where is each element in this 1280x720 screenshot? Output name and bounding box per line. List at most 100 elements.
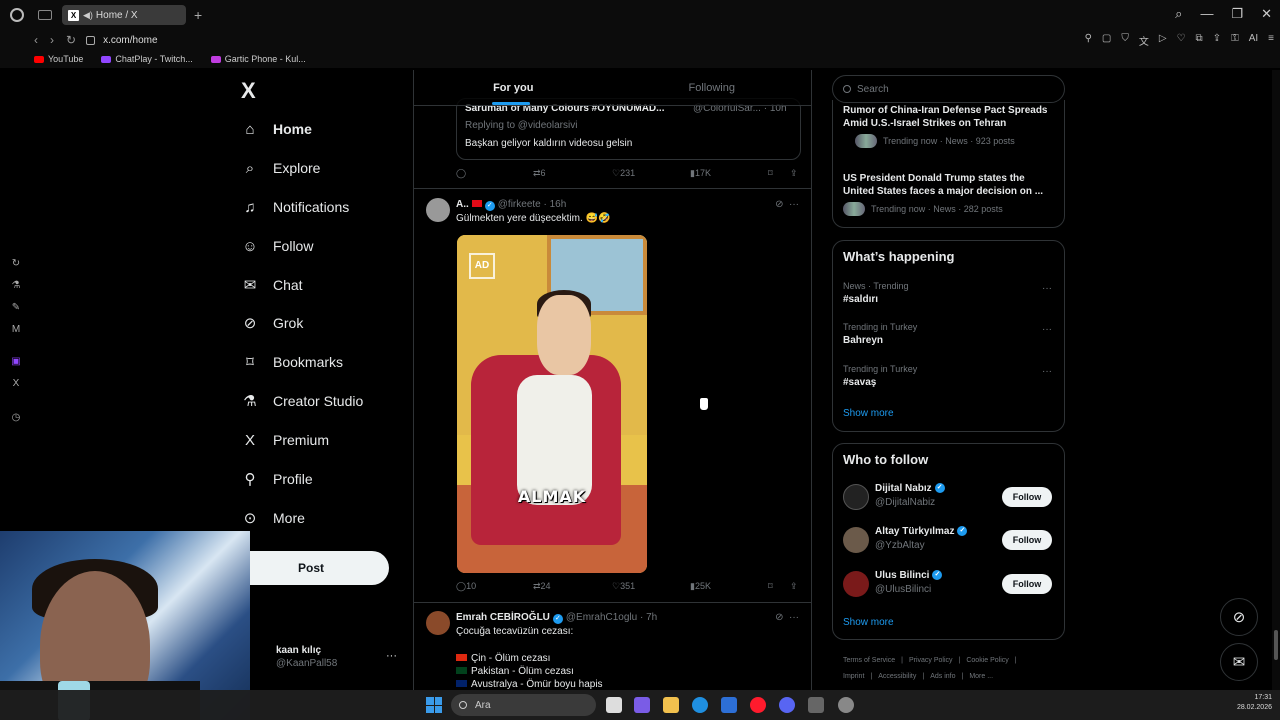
follow-button[interactable]: Follow [1002, 487, 1052, 507]
opera-logo-icon[interactable] [10, 8, 24, 22]
bookmark-icon[interactable]: ⌑ [768, 168, 773, 179]
x-logo-icon[interactable]: X [241, 78, 256, 104]
avatar[interactable] [426, 611, 450, 635]
tab-for-you[interactable]: For you [414, 70, 613, 105]
nav-grok[interactable]: ⊘ Grok [241, 314, 304, 332]
nav-notifications[interactable]: ♫ Notifications [241, 198, 349, 216]
clock-icon[interactable]: ◷ [10, 412, 22, 424]
like-button[interactable]: ♡ 351 [612, 581, 635, 592]
flask-icon[interactable]: ⚗ [10, 280, 22, 292]
tweet-author[interactable]: Emrah CEBİROĞLU [456, 612, 550, 623]
avatar[interactable] [843, 527, 869, 553]
retweet-button[interactable]: ⇄ 6 [533, 168, 546, 179]
nav-more[interactable]: ⊙ More [241, 509, 305, 527]
nav-creator-studio[interactable]: ⚗ Creator Studio [241, 392, 363, 410]
grok-tweet-icon[interactable]: ⊘ ··· [775, 199, 799, 210]
lock-icon[interactable] [86, 35, 96, 45]
history-icon[interactable]: ↻ [10, 258, 22, 270]
task-view-icon[interactable] [606, 697, 622, 713]
nav-explore[interactable]: ⌕ Explore [241, 159, 321, 177]
nav-profile[interactable]: ⚲ Profile [241, 470, 313, 488]
tweet-handle[interactable]: @EmrahC1oglu [566, 612, 637, 623]
reply-icon[interactable]: ◯ [456, 168, 466, 179]
tweet-handle[interactable]: @firkeete [498, 199, 541, 210]
menu-icon[interactable]: ≡ [1268, 33, 1274, 48]
trend-item[interactable]: Trending in Turkey Bahreyn [843, 322, 917, 346]
speaker-icon[interactable]: ◀) [83, 10, 93, 21]
trend-item[interactable]: Trending in Turkey #savaş [843, 364, 917, 388]
m-icon[interactable]: M [10, 324, 22, 336]
ai-icon[interactable]: AI [1249, 33, 1258, 48]
messages-fab-button[interactable]: ✉ [1220, 643, 1258, 681]
url-field[interactable]: x.com/home [103, 35, 157, 46]
footer-link[interactable]: Accessibility [878, 673, 916, 680]
news-item[interactable]: Rumor of China-Iran Defense Pact Spreads… [843, 104, 1058, 148]
tweet-time[interactable]: · 7h [640, 612, 657, 623]
nav-chat[interactable]: ✉ Chat [241, 276, 303, 294]
search-input[interactable]: Search [832, 75, 1065, 103]
browser-tab[interactable]: X ◀) Home / X [62, 5, 186, 25]
follow-button[interactable]: Follow [1002, 530, 1052, 550]
bookmark-youtube[interactable]: YouTube [34, 54, 83, 64]
twitch-icon[interactable]: ▣ [10, 356, 22, 368]
forward-icon[interactable]: › [50, 33, 54, 47]
more-dots-icon[interactable]: ··· [386, 650, 397, 662]
footer-link[interactable]: Cookie Policy [966, 657, 1008, 664]
play-icon[interactable]: ▷ [1159, 33, 1167, 48]
more-dots-icon[interactable]: ··· [1042, 283, 1052, 294]
back-icon[interactable]: ‹ [34, 33, 38, 47]
heart-icon[interactable]: ♡ [1177, 33, 1186, 48]
grok-tweet-icon[interactable]: ⊘ ··· [775, 612, 799, 623]
news-item[interactable]: US President Donald Trump states the Uni… [843, 172, 1058, 216]
avatar[interactable] [843, 571, 869, 597]
share-icon[interactable]: ⇪ [790, 168, 798, 179]
tab-island-icon[interactable] [38, 10, 52, 20]
snapshot-icon[interactable]: ▢ [1102, 33, 1111, 48]
more-dots-icon[interactable]: ··· [1042, 324, 1052, 335]
system-clock[interactable]: 17:31 28.02.2026 [1228, 693, 1272, 713]
opera-icon[interactable] [750, 697, 766, 713]
file-explorer-icon[interactable] [663, 697, 679, 713]
reload-icon[interactable]: ↻ [66, 33, 76, 47]
trend-item[interactable]: News · Trending #saldırı [843, 281, 909, 305]
nav-premium[interactable]: X Premium [241, 431, 329, 449]
store-icon[interactable] [721, 697, 737, 713]
avatar[interactable] [426, 198, 450, 222]
post-button[interactable]: Post [233, 551, 389, 585]
nav-home[interactable]: ⌂ Home [241, 120, 311, 138]
bookmark-icon[interactable]: ⌑ [768, 581, 773, 592]
x-sidebar-icon[interactable]: X [10, 378, 22, 390]
show-more-link[interactable]: Show more [843, 408, 894, 419]
like-button[interactable]: ♡ 231 [612, 168, 635, 179]
scrollbar[interactable] [1272, 70, 1280, 690]
follow-suggestion[interactable]: Ulus Bilinci ✓ @UlusBilinci Follow [843, 567, 1058, 599]
follow-suggestion[interactable]: Altay Türkyılmaz ✓ @YzbAltay Follow [843, 523, 1058, 555]
discord-icon[interactable] [779, 697, 795, 713]
pin-icon[interactable]: ⚲ [1085, 33, 1092, 48]
nav-follow[interactable]: ☺ Follow [241, 237, 313, 255]
scrollbar-thumb[interactable] [1274, 630, 1278, 660]
footer-link[interactable]: More ... [969, 673, 993, 680]
tab-following[interactable]: Following [613, 70, 812, 105]
maximize-icon[interactable]: ❐ [1231, 6, 1243, 22]
taskbar-search[interactable]: Ara [451, 694, 596, 716]
avatar[interactable] [843, 484, 869, 510]
app-icon[interactable] [808, 697, 824, 713]
minimize-icon[interactable]: — [1200, 6, 1213, 22]
quoted-tweet[interactable]: Saruman of Many Colours #OYUNUMAD... @Co… [456, 98, 801, 160]
shield-icon[interactable]: ⛉ [1121, 33, 1129, 48]
footer-link[interactable]: Terms of Service [843, 657, 895, 664]
share-icon[interactable]: ⇪ [790, 581, 798, 592]
translate-icon[interactable]: 文 [1139, 33, 1149, 48]
grok-fab-button[interactable]: ⊘ [1220, 598, 1258, 636]
footer-link[interactable]: Imprint [843, 673, 864, 680]
follow-suggestion[interactable]: Dijital Nabız ✓ @DijitalNabiz Follow [843, 480, 1058, 512]
more-dots-icon[interactable]: ··· [1042, 366, 1052, 377]
retweet-button[interactable]: ⇄ 24 [533, 581, 551, 592]
copilot-icon[interactable] [634, 697, 650, 713]
search-tabs-icon[interactable]: ⌕ [1175, 6, 1182, 22]
close-icon[interactable]: ✕ [1261, 6, 1272, 22]
share-icon[interactable]: ⇪ [1213, 33, 1221, 48]
tweet-author[interactable]: A.. [456, 199, 469, 210]
views-button[interactable]: ▮ 17K [690, 168, 711, 179]
